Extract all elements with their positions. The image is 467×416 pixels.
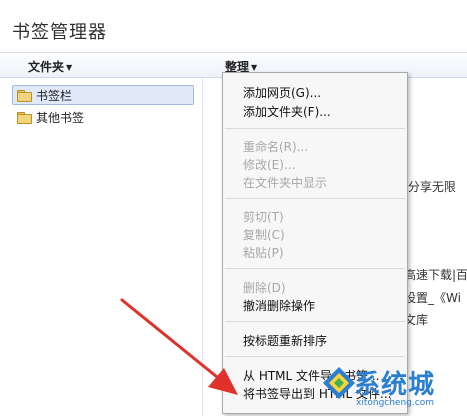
tree-item-label: 其他书签 [36,110,85,125]
folder-open-icon [17,89,32,102]
caret-down-icon: ▼ [66,63,73,72]
site-watermark: 系统城 xitongcheng.com [322,362,467,416]
watermark-url: xitongcheng.com [356,398,434,408]
page-title: 书签管理器 [12,22,107,43]
menu-item-undo-delete[interactable]: 撤消删除操作 [243,297,315,314]
tree-item-other-bookmarks[interactable]: 其他书签 [13,108,195,126]
caret-down-icon: ▼ [251,63,258,72]
folders-menu-button[interactable]: 文件夹 ▼ [28,58,72,75]
folders-menu-label: 文件夹 [28,60,65,74]
menu-item-show-in-folder[interactable]: 在文件夹中显示 [243,174,327,191]
tree-item-bookmarks-bar[interactable]: 书签栏 [12,85,194,105]
watermark-logo-icon [323,367,355,399]
menu-item-add-page[interactable]: 添加网页(G)... [243,84,321,101]
menu-item-add-folder[interactable]: 添加文件夹(F)... [243,103,331,120]
folder-icon [17,111,32,124]
menu-item-cut[interactable]: 剪切(T) [243,208,284,225]
menu-separator [225,198,405,199]
watermark-text: 系统城 [354,370,436,400]
menu-item-delete[interactable]: 删除(D) [243,279,286,296]
header-divider [0,52,467,53]
menu-separator [225,128,405,129]
menu-item-copy[interactable]: 复制(C) [243,226,285,243]
menu-item-paste[interactable]: 粘贴(P) [243,244,284,261]
menu-separator [225,268,405,269]
menu-separator [225,356,405,357]
menu-item-sort-by-title[interactable]: 按标题重新排序 [243,332,327,349]
tree-item-label: 书签栏 [36,88,73,103]
folder-tree: 书签栏 其他书签 [0,78,202,416]
menu-item-rename[interactable]: 重命名(R)... [243,138,308,155]
menu-item-edit[interactable]: 修改(E)... [243,156,295,173]
menu-separator [225,321,405,322]
